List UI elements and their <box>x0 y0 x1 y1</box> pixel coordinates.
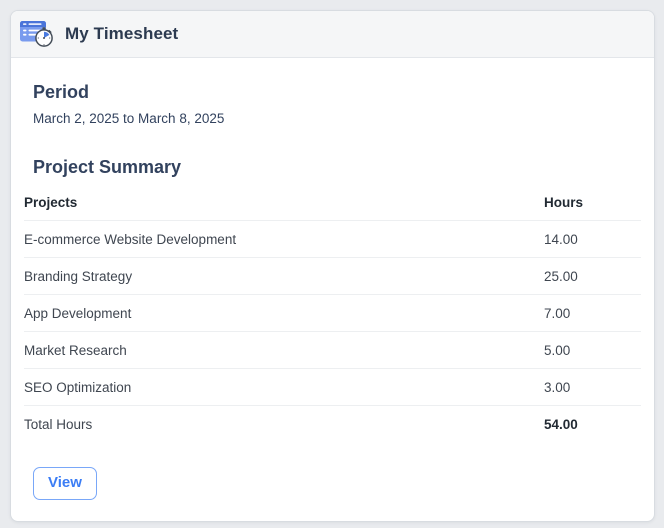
card-body: Period March 2, 2025 to March 8, 2025 Pr… <box>11 82 654 500</box>
project-hours-cell: 3.00 <box>544 368 641 406</box>
period-date-range: March 2, 2025 to March 8, 2025 <box>33 111 225 126</box>
table-row: E-commerce Website Development 14.00 <box>24 220 641 258</box>
project-hours-cell: 7.00 <box>544 294 641 332</box>
project-rows: E-commerce Website Development 14.00 Bra… <box>24 220 641 406</box>
project-name-cell: Branding Strategy <box>24 257 544 295</box>
view-button[interactable]: View <box>33 467 97 500</box>
project-name-cell: Market Research <box>24 331 544 369</box>
project-name-cell: SEO Optimization <box>24 368 544 406</box>
project-hours-cell: 25.00 <box>544 257 641 295</box>
table-header-row: Projects Hours <box>24 184 641 221</box>
timesheet-card: My Timesheet Period March 2, 2025 to Mar… <box>10 10 655 522</box>
total-hours-cell: 54.00 <box>544 417 578 432</box>
project-name-cell: App Development <box>24 294 544 332</box>
timesheet-stopwatch-icon <box>20 21 53 47</box>
period-heading: Period <box>33 82 90 102</box>
total-label-cell: Total Hours <box>24 417 93 432</box>
table-row: Branding Strategy 25.00 <box>24 257 641 295</box>
hours-column-header: Hours <box>544 184 641 221</box>
total-row: Total Hours 54.00 <box>24 406 641 443</box>
table-row: App Development 7.00 <box>24 294 641 332</box>
project-hours-cell: 5.00 <box>544 331 641 369</box>
page-title: My Timesheet <box>65 24 179 43</box>
project-summary-heading: Project Summary <box>33 157 182 177</box>
table-row: SEO Optimization 3.00 <box>24 368 641 406</box>
card-header: My Timesheet <box>11 11 654 58</box>
project-summary-table: Projects Hours E-commerce Website Develo… <box>24 184 641 442</box>
project-hours-cell: 14.00 <box>544 220 641 258</box>
projects-column-header: Projects <box>24 184 544 221</box>
table-row: Market Research 5.00 <box>24 331 641 369</box>
project-name-cell: E-commerce Website Development <box>24 220 544 258</box>
